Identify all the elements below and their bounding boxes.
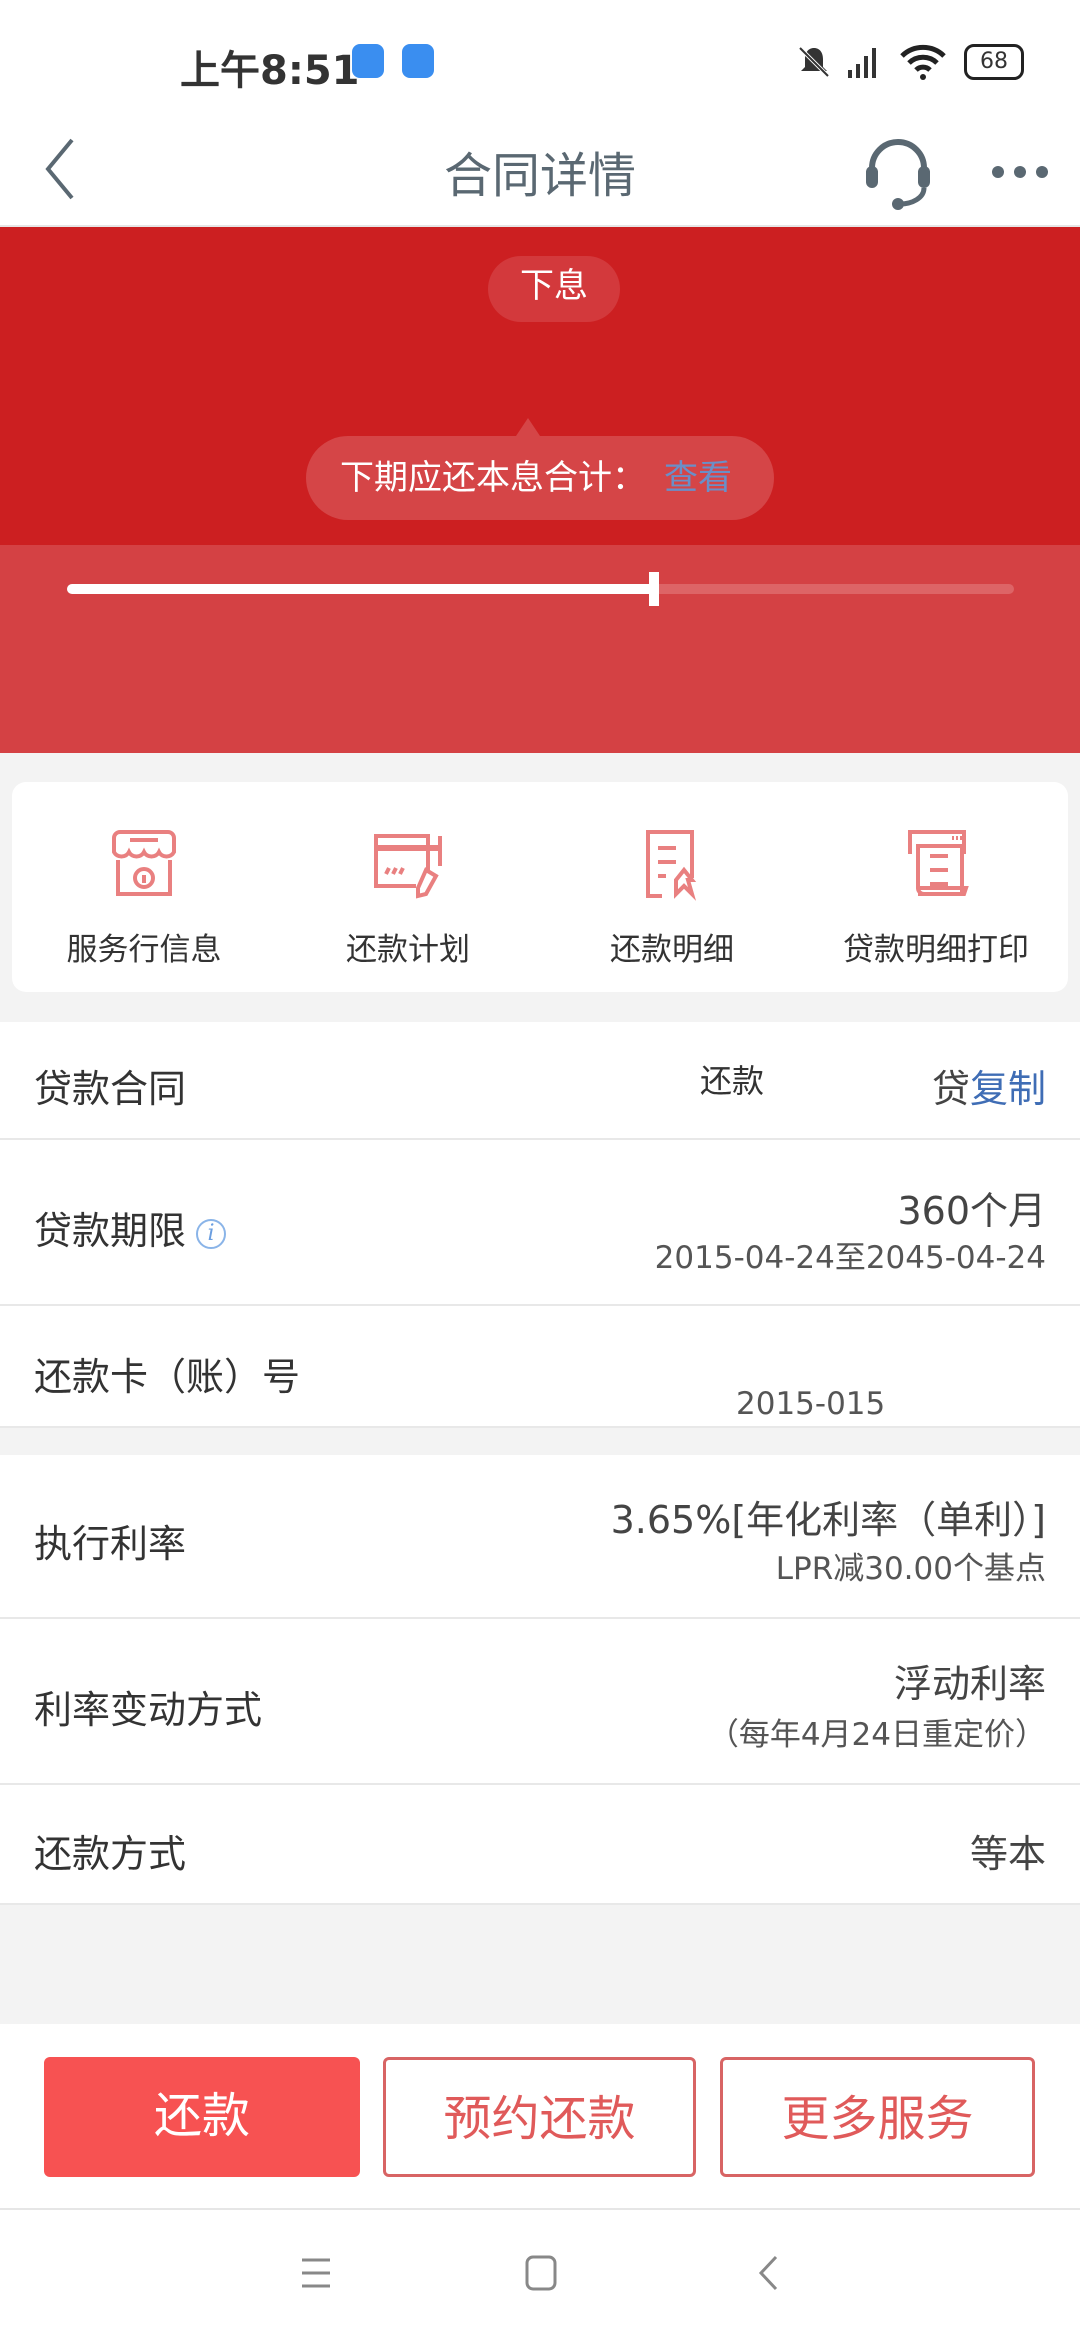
service-label: 还款明细 bbox=[610, 932, 734, 968]
nav-bar: 合同详情 bbox=[0, 112, 1080, 227]
next-payment-tooltip: 下期应还本息合计： 查看 bbox=[306, 418, 774, 520]
service-label: 还款计划 bbox=[346, 932, 470, 968]
service-print-details[interactable]: 贷款明细打印 bbox=[804, 782, 1068, 992]
service-label: 贷款明细打印 bbox=[843, 932, 1029, 968]
info-icon[interactable]: i bbox=[196, 1218, 227, 1249]
row-label: 还款方式 bbox=[34, 1832, 187, 1876]
status-bar: 上午8:51 68 bbox=[0, 0, 1080, 112]
term-label: 贷款期限 bbox=[34, 1209, 187, 1253]
service-card: 服务行信息 还款计划 还款明细 贷款明细打印 bbox=[12, 782, 1068, 992]
progress-fill bbox=[67, 584, 655, 594]
row-label: 利率变动方式 bbox=[34, 1688, 263, 1732]
row-loan-term: 贷款期限 i 360个月 2015-04-24至2045-04-24 bbox=[0, 1140, 1080, 1306]
loan-banner: 下息 下期应还本息合计： 查看 bbox=[0, 227, 1080, 545]
wifi-icon bbox=[900, 44, 946, 80]
battery-level: 68 bbox=[980, 49, 1008, 74]
rate-change-value: 浮动利率 bbox=[893, 1662, 1046, 1706]
row-label: 还款卡（账）号 bbox=[34, 1355, 301, 1399]
row-repayment-method: 还款方式 等本 bbox=[0, 1785, 1080, 1905]
headset-icon[interactable] bbox=[862, 132, 934, 212]
term-dates: 2015-04-24至2045-04-24 bbox=[654, 1240, 1046, 1276]
more-icon[interactable] bbox=[990, 162, 1050, 182]
progress-marker bbox=[649, 572, 660, 606]
service-repayment-plan[interactable]: 还款计划 bbox=[276, 782, 540, 992]
tooltip-label: 下期应还本息合计： bbox=[340, 458, 646, 498]
card-edit-icon bbox=[374, 834, 442, 899]
view-link[interactable]: 查看 bbox=[664, 458, 732, 498]
method-value: 等本 bbox=[969, 1832, 1046, 1876]
printer-icon bbox=[908, 830, 969, 896]
document-icon bbox=[646, 830, 697, 901]
rate-basis: LPR减30.00个基点 bbox=[775, 1551, 1046, 1587]
row-rate-change: 利率变动方式 浮动利率 （每年4月24日重定价） bbox=[0, 1619, 1080, 1785]
system-nav-bar bbox=[0, 2210, 1080, 2340]
signal-icon bbox=[848, 48, 876, 78]
schedule-repay-button[interactable]: 预约还款 bbox=[383, 2057, 696, 2177]
row-loan-contract: 贷款合同 还款 贷复制 bbox=[0, 1022, 1080, 1140]
contract-value: 贷 bbox=[931, 1067, 970, 1111]
contract-number: 贷复制 bbox=[932, 1058, 1046, 1113]
contract-fragment: 还款 bbox=[700, 1062, 765, 1100]
store-info-icon bbox=[112, 830, 176, 896]
app-icon bbox=[402, 44, 434, 78]
back-icon[interactable] bbox=[756, 2254, 780, 2292]
card-fragment: 2015-015 bbox=[736, 1386, 886, 1422]
action-bar: 还款 预约还款 更多服务 bbox=[0, 2024, 1080, 2210]
menu-icon[interactable] bbox=[300, 2256, 332, 2290]
service-label: 服务行信息 bbox=[66, 932, 222, 968]
service-repayment-details[interactable]: 还款明细 bbox=[540, 782, 804, 992]
repayment-progress-bar bbox=[67, 572, 1014, 606]
banner-pill: 下息 bbox=[488, 256, 620, 322]
row-repayment-card: 还款卡（账）号 2015-015 bbox=[0, 1306, 1080, 1428]
term-value: 360个月 bbox=[897, 1189, 1046, 1233]
rate-value: 3.65%[年化利率（单利）] bbox=[610, 1498, 1046, 1542]
clock: 上午8:51 bbox=[180, 48, 360, 94]
row-interest-rate: 执行利率 3.65%[年化利率（单利）] LPR减30.00个基点 bbox=[0, 1455, 1080, 1619]
row-label: 执行利率 bbox=[34, 1522, 187, 1566]
home-icon[interactable] bbox=[524, 2254, 558, 2292]
repay-button[interactable]: 还款 bbox=[44, 2057, 360, 2177]
rate-change-note: （每年4月24日重定价） bbox=[707, 1717, 1046, 1753]
row-label: 贷款期限 i bbox=[34, 1200, 227, 1255]
progress-section bbox=[0, 545, 1080, 753]
video-app-icon bbox=[352, 44, 384, 78]
more-services-button[interactable]: 更多服务 bbox=[720, 2057, 1035, 2177]
copy-button[interactable]: 复制 bbox=[970, 1067, 1046, 1111]
battery-icon: 68 bbox=[964, 44, 1024, 80]
service-bank-info[interactable]: 服务行信息 bbox=[12, 782, 276, 992]
row-label: 贷款合同 bbox=[34, 1067, 187, 1111]
mute-icon bbox=[798, 46, 830, 78]
